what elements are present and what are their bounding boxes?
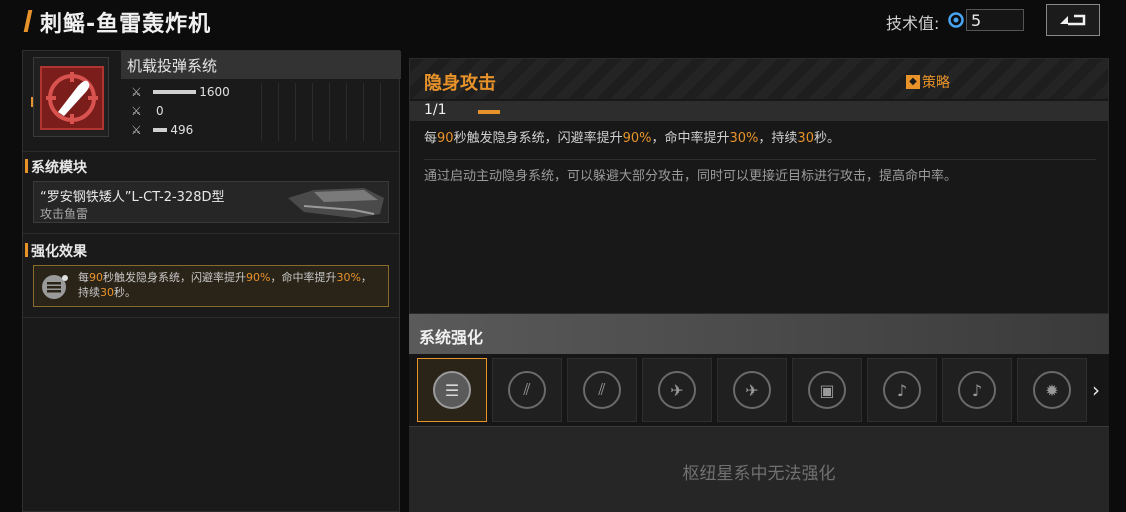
stat-row-damage: ⚔ 1600 bbox=[131, 83, 230, 101]
penetration-value: 0 bbox=[156, 104, 164, 118]
range-bar bbox=[153, 128, 168, 132]
enhance-slot-guitar-1[interactable]: ♪ bbox=[867, 358, 937, 422]
range-icon: ⚔ bbox=[131, 123, 142, 137]
effect-description: 每90秒触发隐身系统，闪避率提升90%，命中率提升30%， 持续30秒。 bbox=[78, 270, 378, 300]
divider bbox=[23, 317, 399, 318]
plane-icon: ✈ bbox=[733, 371, 771, 409]
guitar-icon: ♪ bbox=[958, 371, 996, 409]
level-indicator bbox=[478, 110, 500, 114]
unavailable-message: 枢纽星系中无法强化 bbox=[682, 464, 836, 484]
stat-row-range: ⚔ 496 bbox=[131, 121, 193, 139]
text-part: ，命中率提升 bbox=[270, 271, 337, 284]
divider bbox=[23, 233, 399, 234]
damage-icon: ⚔ bbox=[131, 85, 142, 99]
torpedo-bomb-icon bbox=[40, 66, 104, 130]
module-type: 攻击鱼雷 bbox=[40, 207, 89, 221]
stats-grid bbox=[261, 83, 397, 141]
tech-value: 5 bbox=[971, 11, 982, 30]
strategy-label: 策略 bbox=[922, 75, 950, 91]
text-highlight: 90% bbox=[622, 131, 652, 146]
stat-row-penetration: ⚔ 0 bbox=[131, 102, 164, 120]
penetration-icon: ⚔ bbox=[131, 104, 142, 118]
text-part: 每 bbox=[78, 271, 89, 284]
enhancement-title: 系统强化 bbox=[419, 328, 484, 347]
text-highlight: 90 bbox=[89, 271, 103, 284]
text-highlight: 90% bbox=[246, 271, 271, 284]
system-header: 机载投弹系统 bbox=[121, 51, 401, 79]
text-highlight: 30 bbox=[797, 131, 814, 146]
back-button[interactable] bbox=[1046, 4, 1100, 36]
effect-section-label: 强化效果 bbox=[25, 241, 87, 261]
guitar-icon: ♪ bbox=[883, 371, 921, 409]
text-highlight: 90 bbox=[437, 131, 454, 146]
stealth-icon bbox=[42, 275, 68, 299]
title-accent-mark bbox=[23, 10, 33, 32]
damage-value: 1600 bbox=[199, 85, 230, 99]
divider bbox=[23, 151, 399, 152]
enhancement-header: 系统强化 bbox=[409, 314, 1109, 354]
text-highlight: 30 bbox=[100, 286, 114, 299]
text-part: ， bbox=[360, 271, 372, 284]
system-title: 机载投弹系统 bbox=[127, 57, 218, 75]
range-value: 496 bbox=[170, 123, 194, 137]
text-part: 每 bbox=[424, 131, 438, 146]
tech-value-label: 技术值: bbox=[886, 14, 940, 33]
skill-detail-panel: 隐身攻击 ◆ 策略 1/1 每90秒触发隐身系统，闪避率提升90%，命中率提升3… bbox=[409, 58, 1109, 314]
strategy-tag: ◆ 策略 bbox=[906, 72, 950, 92]
missile-volley-icon: ⫽ bbox=[508, 371, 546, 409]
skill-header: 隐身攻击 ◆ 策略 bbox=[410, 59, 1108, 99]
text-part: 秒。 bbox=[114, 286, 136, 299]
enhance-slot-missile-2[interactable]: ⫽ bbox=[567, 358, 637, 422]
skill-level: 1/1 bbox=[424, 102, 447, 118]
back-arrow-icon bbox=[1060, 14, 1086, 26]
enhance-slot-chip[interactable]: ▣ bbox=[792, 358, 862, 422]
module-card[interactable]: “罗安钢铁矮人”L-CT-2-328D型 攻击鱼雷 bbox=[33, 181, 389, 223]
enhance-slot-burst[interactable]: ✹ bbox=[1017, 358, 1087, 422]
level-row: 1/1 bbox=[410, 101, 1108, 121]
module-section-label: 系统模块 bbox=[25, 157, 87, 177]
chip-icon: ▣ bbox=[808, 371, 846, 409]
enhance-slot-guitar-2[interactable]: ♪ bbox=[942, 358, 1012, 422]
text-highlight: 30% bbox=[336, 271, 361, 284]
page-title: 刺鳐-鱼雷轰炸机 bbox=[40, 12, 212, 37]
enhancement-slots: ☰ ⫽ ⫽ ✈ ✈ ▣ ♪ ♪ ✹ bbox=[409, 354, 1109, 426]
text-part: 秒。 bbox=[813, 131, 840, 146]
enhance-slot-plane-2[interactable]: ✈ bbox=[717, 358, 787, 422]
burst-icon: ✹ bbox=[1033, 371, 1071, 409]
skill-lore: 通过启动主动隐身系统，可以躲避大部分攻击，同时可以更接近目标进行攻击，提高命中率… bbox=[424, 169, 958, 184]
stealth-icon: ☰ bbox=[433, 371, 471, 409]
text-highlight: 30% bbox=[729, 131, 759, 146]
tech-gem-icon bbox=[948, 12, 964, 28]
strategy-icon: ◆ bbox=[906, 75, 920, 89]
text-part: ，命中率提升 bbox=[651, 131, 730, 146]
text-part: 秒触发隐身系统，闪避率提升 bbox=[453, 131, 623, 146]
plane-icon: ✈ bbox=[658, 371, 696, 409]
skill-title: 隐身攻击 bbox=[424, 73, 496, 94]
enhance-slot-stealth[interactable]: ☰ bbox=[417, 358, 487, 422]
missile-volley-icon: ⫽ bbox=[583, 371, 621, 409]
torpedo-image bbox=[288, 188, 384, 218]
system-info-panel: 机载投弹系统 ⚔ 1600 ⚔ 0 ⚔ 496 系统模块 “罗安钢铁矮人”L-C… bbox=[22, 50, 401, 512]
weapon-icon-frame bbox=[33, 57, 109, 137]
chevron-right-icon[interactable]: › bbox=[1092, 378, 1100, 402]
text-part: 持续 bbox=[78, 286, 100, 299]
stats-block: ⚔ 1600 ⚔ 0 ⚔ 496 bbox=[121, 81, 401, 143]
skill-description: 每90秒触发隐身系统，闪避率提升90%，命中率提升30%，持续30秒。 bbox=[424, 127, 840, 146]
tech-value-box: 5 bbox=[966, 9, 1024, 31]
effect-card: 每90秒触发隐身系统，闪避率提升90%，命中率提升30%， 持续30秒。 bbox=[33, 265, 389, 307]
text-part: 秒触发隐身系统，闪避率提升 bbox=[103, 271, 246, 284]
enhance-slot-missile-1[interactable]: ⫽ bbox=[492, 358, 562, 422]
text-part: ，持续 bbox=[758, 131, 798, 146]
module-name: “罗安钢铁矮人”L-CT-2-328D型 bbox=[40, 190, 225, 205]
enhance-slot-plane-1[interactable]: ✈ bbox=[642, 358, 712, 422]
divider bbox=[424, 159, 1096, 160]
enhance-unavailable-panel: 枢纽星系中无法强化 bbox=[409, 426, 1109, 512]
header-bar: 刺鳐-鱼雷轰炸机 技术值: 5 bbox=[0, 0, 1126, 44]
damage-bar bbox=[153, 90, 197, 94]
